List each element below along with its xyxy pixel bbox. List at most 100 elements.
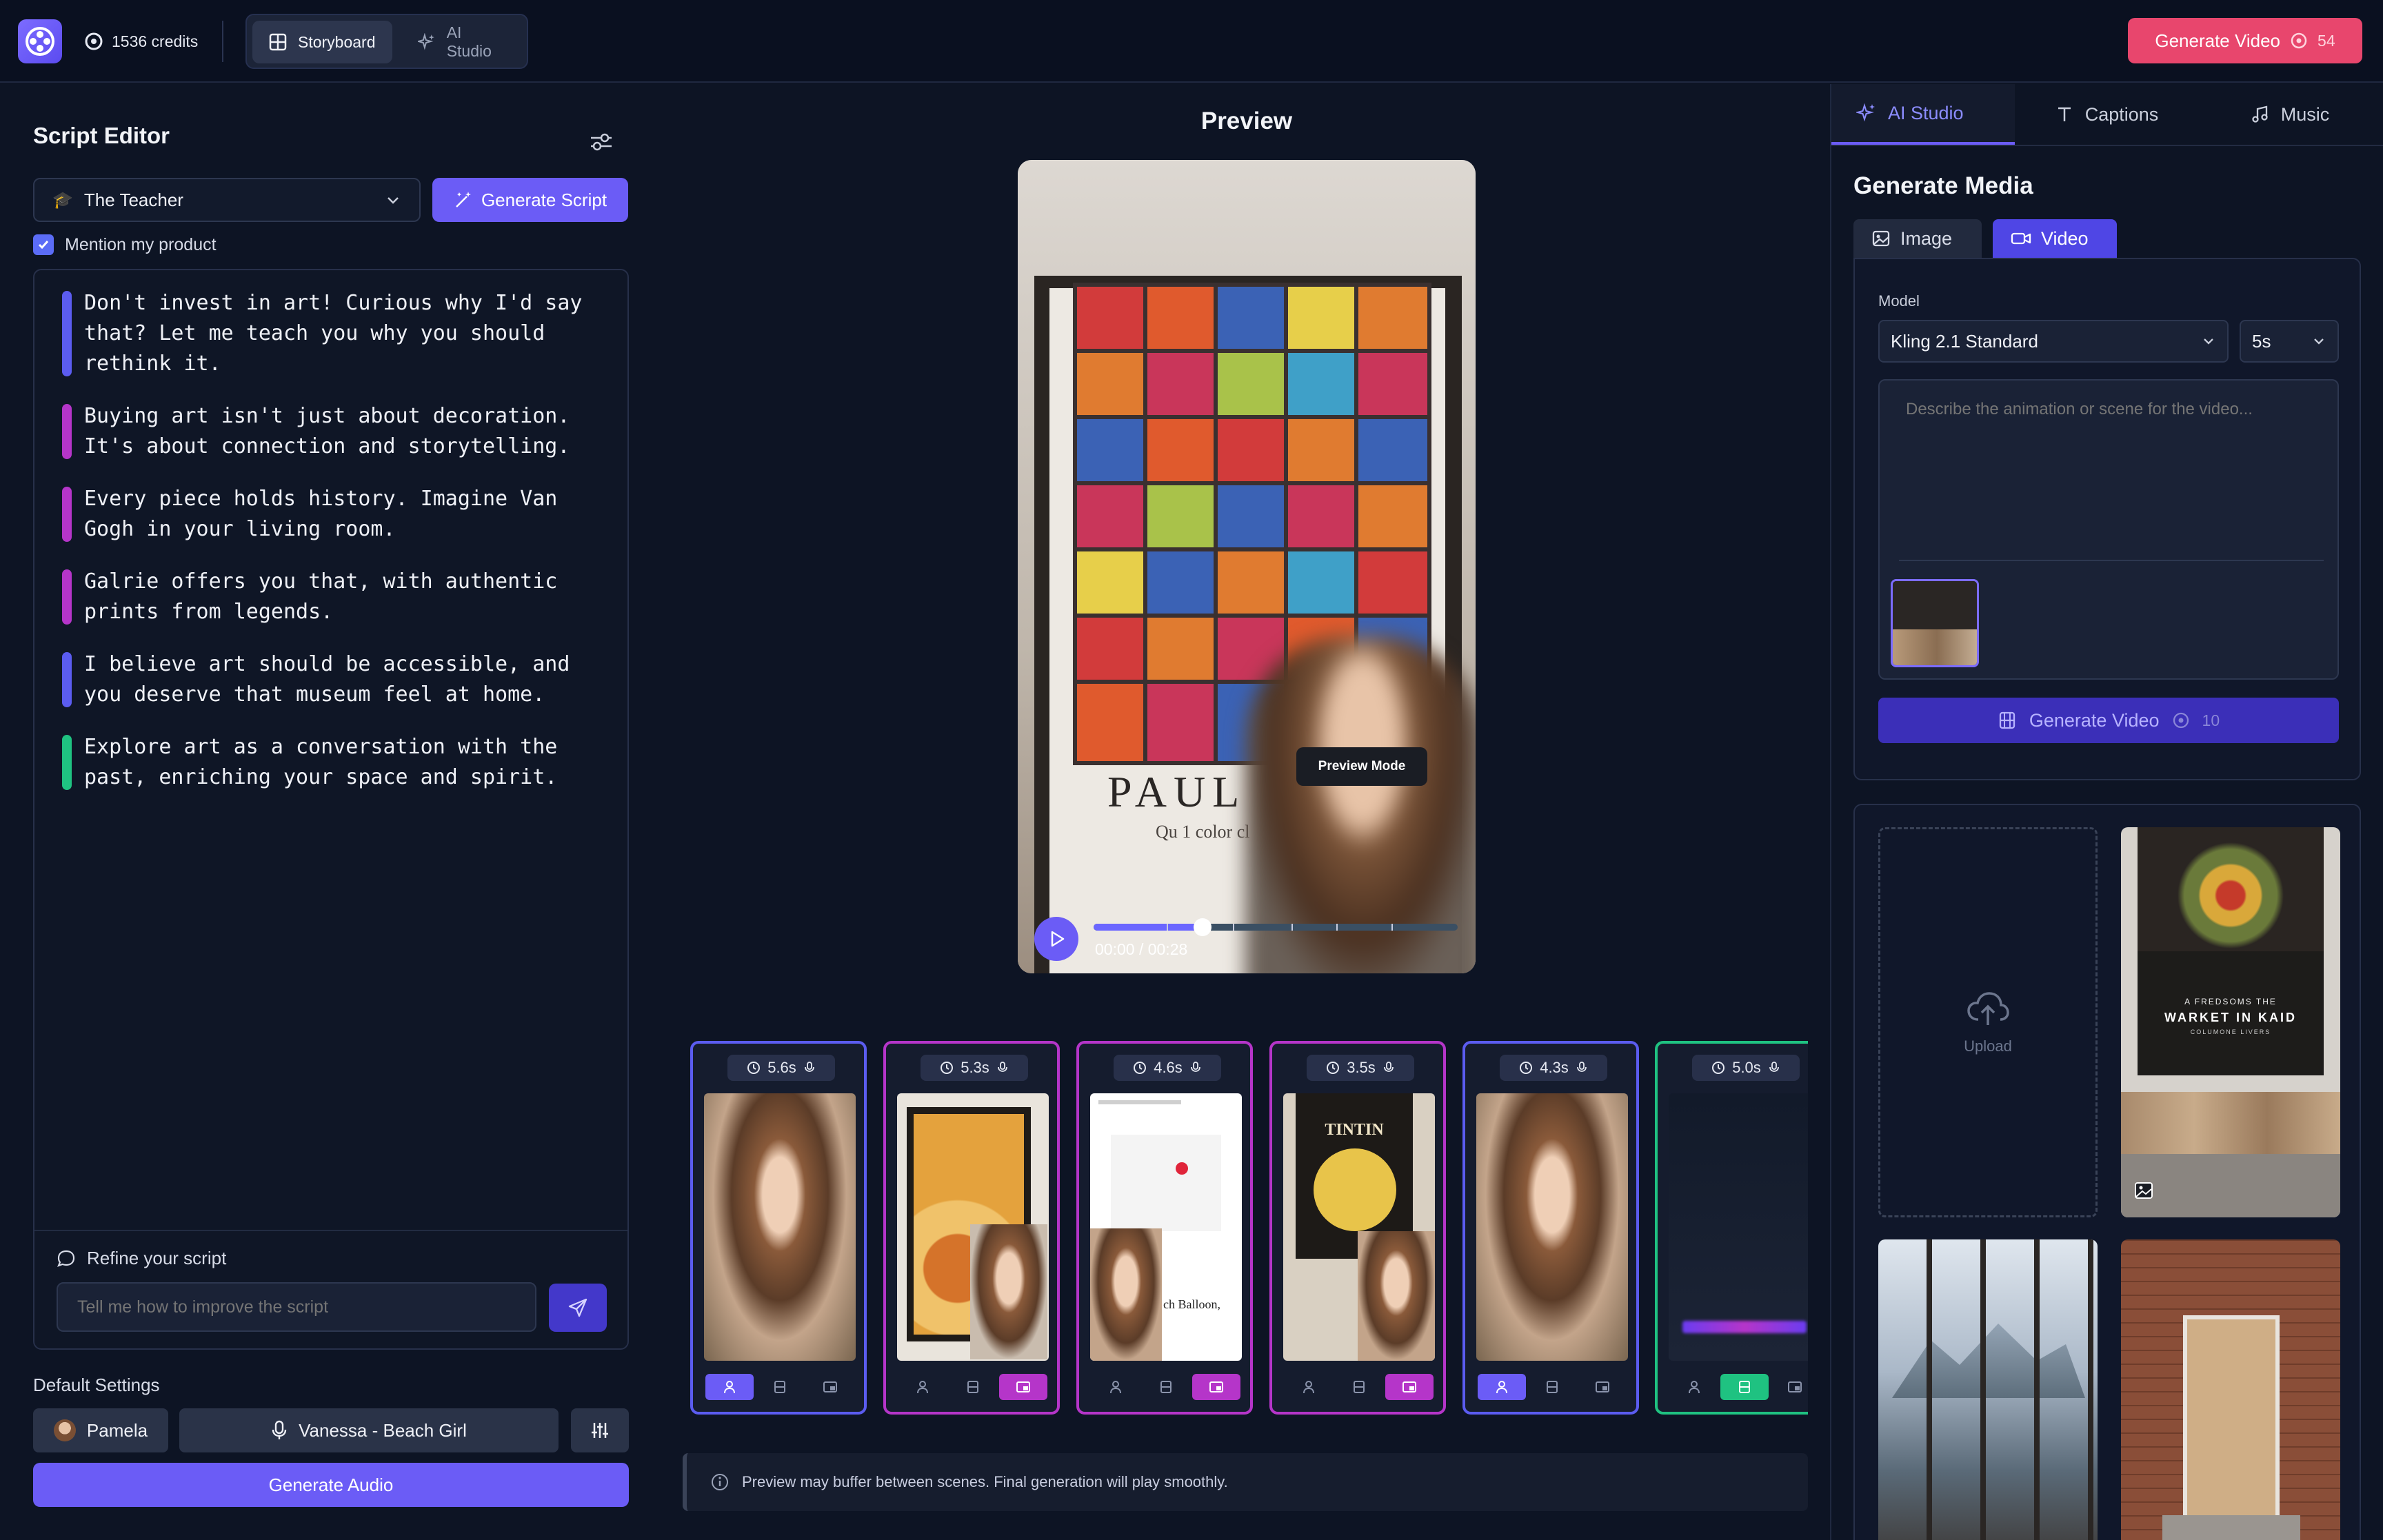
scene-duration-text: 5.0s <box>1732 1059 1761 1076</box>
tab-captions[interactable]: Captions <box>2015 84 2198 145</box>
avatar-select-button[interactable]: Pamela <box>33 1408 168 1452</box>
scene-card[interactable]: 4.6s ch Balloon, <box>1076 1041 1253 1415</box>
refine-label: Refine your script <box>57 1248 226 1269</box>
broll-mode-button[interactable] <box>1335 1374 1383 1400</box>
duration-select[interactable]: 5s <box>2240 320 2339 363</box>
mode-switch: Storyboard AI Studio <box>245 14 528 69</box>
progress-bar[interactable] <box>1094 918 1458 936</box>
refine-input[interactable] <box>57 1282 536 1332</box>
media-gallery: Upload A FREDSOMS THE WARKET IN KAID COL… <box>1853 804 2361 1540</box>
generate-audio-button[interactable]: Generate Audio <box>33 1463 629 1507</box>
avatar-mode-button[interactable] <box>1670 1374 1718 1400</box>
generate-video-button[interactable]: Generate Video 54 <box>2128 18 2362 63</box>
audio-settings-button[interactable] <box>571 1408 629 1452</box>
credits-icon <box>2173 712 2189 729</box>
play-button[interactable] <box>1034 917 1078 961</box>
script-editor[interactable]: Don't invest in art! Curious why I'd say… <box>33 269 629 1350</box>
split-mode-button[interactable] <box>1771 1374 1808 1400</box>
split-mode-button[interactable] <box>1385 1374 1434 1400</box>
upload-dropzone[interactable]: Upload <box>1878 827 2098 1217</box>
attached-reference-image[interactable] <box>1891 579 1979 667</box>
avatar-mode-button[interactable] <box>705 1374 754 1400</box>
chevron-down-icon <box>2314 338 2324 345</box>
persona-select[interactable]: 🎓 The Teacher <box>33 178 421 222</box>
model-select[interactable]: Kling 2.1 Standard <box>1878 320 2229 363</box>
avatar-mode-button[interactable] <box>1477 1374 1526 1400</box>
video-prompt-input[interactable] <box>1906 400 2320 551</box>
poster-title: PAUL <box>1107 767 1247 816</box>
avatar-mode-button[interactable] <box>898 1374 947 1400</box>
avatar-mode-button[interactable] <box>1285 1374 1333 1400</box>
tab-ai-studio[interactable]: AI Studio <box>1831 84 2015 145</box>
script-paragraph[interactable]: Don't invest in art! Curious why I'd say… <box>62 288 600 379</box>
paragraph-text: Explore art as a conversation with the p… <box>84 735 558 789</box>
tab-storyboard[interactable]: Storyboard <box>252 21 392 63</box>
script-settings-button[interactable] <box>586 127 616 157</box>
scene-duration: 4.6s <box>1114 1055 1221 1081</box>
script-paragraph[interactable]: I believe art should be accessible, and … <box>62 649 600 710</box>
microphone-icon <box>272 1420 287 1439</box>
split-mode-button[interactable] <box>1578 1374 1627 1400</box>
voice-select-button[interactable]: Vanessa - Beach Girl <box>179 1408 559 1452</box>
broll-mode-button[interactable] <box>756 1374 804 1400</box>
music-note-icon <box>2252 105 2268 123</box>
broll-mode-button[interactable] <box>1720 1374 1769 1400</box>
gallery-item[interactable] <box>1878 1239 2098 1540</box>
text-icon <box>2058 107 2071 121</box>
media-type-video[interactable]: Video <box>1993 219 2117 258</box>
scene-card[interactable]: 5.3s <box>883 1041 1060 1415</box>
film-icon <box>1738 1381 1750 1393</box>
scene-card[interactable]: 4.3s <box>1462 1041 1639 1415</box>
tab-music[interactable]: Music <box>2198 84 2382 145</box>
scene-card[interactable]: 3.5s TINTIN <box>1269 1041 1446 1415</box>
broll-mode-button[interactable] <box>949 1374 997 1400</box>
split-mode-button[interactable] <box>999 1374 1048 1400</box>
scene-card[interactable]: 5.6s <box>690 1041 867 1415</box>
picture-in-picture-icon <box>1402 1381 1417 1392</box>
graduation-cap-icon: 🎓 <box>52 190 73 210</box>
default-settings-label: Default Settings <box>33 1375 160 1395</box>
tab-ai-studio[interactable]: AI Studio <box>401 21 527 63</box>
balloon <box>1176 1162 1188 1175</box>
video-preview[interactable]: PAUL Qu 1 color cl Preview Mode 00:00 / … <box>1018 160 1476 973</box>
scene-tools <box>1476 1372 1628 1402</box>
magic-wand-icon <box>456 192 471 207</box>
send-button[interactable] <box>549 1284 607 1332</box>
scene-thumbnail: ch Balloon, <box>1090 1093 1242 1361</box>
scene-thumbnail <box>1476 1093 1628 1361</box>
play-icon <box>1051 931 1065 947</box>
script-paragraph[interactable]: Explore art as a conversation with the p… <box>62 732 600 793</box>
tab-captions-label: Captions <box>2084 103 2159 125</box>
gallery-item[interactable]: A FREDSOMS THE WARKET IN KAID COLUMONE L… <box>2121 827 2340 1217</box>
right-panel-tabs: AI Studio Captions Music <box>1830 84 2383 146</box>
generate-media-video-button[interactable]: Generate Video 10 <box>1878 698 2339 743</box>
broll-mode-button[interactable] <box>1528 1374 1576 1400</box>
avatar <box>53 1419 76 1441</box>
tintin-moon <box>1314 1148 1396 1231</box>
checkbox[interactable] <box>33 234 54 255</box>
media-type-image[interactable]: Image <box>1853 219 1982 258</box>
app-logo[interactable] <box>18 19 62 63</box>
tab-storyboard-label: Storyboard <box>298 32 376 51</box>
scene-card[interactable]: 5.0s <box>1655 1041 1808 1415</box>
script-paragraph[interactable]: Buying art isn't just about decoration. … <box>62 401 600 462</box>
broll-mode-button[interactable] <box>1142 1374 1190 1400</box>
sofa-cushions <box>2121 1092 2340 1154</box>
generate-media-card: Model Kling 2.1 Standard 5s Generate Vid… <box>1853 258 2361 780</box>
mention-product-checkbox[interactable]: Mention my product <box>33 234 217 255</box>
picture-in-picture-icon <box>1596 1381 1610 1392</box>
split-mode-button[interactable] <box>1192 1374 1241 1400</box>
poster-line-3: COLUMONE LIVERS <box>2190 1029 2271 1035</box>
generate-script-button[interactable]: Generate Script <box>432 178 628 222</box>
poster-subtitle: Qu 1 color cl <box>1156 822 1250 842</box>
microphone-icon <box>1769 1062 1779 1072</box>
window-frames <box>1878 1239 2098 1540</box>
scene-color-bar <box>62 487 72 542</box>
split-mode-button[interactable] <box>806 1374 854 1400</box>
avatar-mode-button[interactable] <box>1092 1374 1140 1400</box>
script-paragraph[interactable]: Galrie offers you that, with authentic p… <box>62 567 600 627</box>
gallery-item[interactable] <box>2121 1239 2340 1540</box>
script-paragraph[interactable]: Every piece holds history. Imagine Van G… <box>62 484 600 545</box>
scene-duration-text: 3.5s <box>1347 1059 1376 1076</box>
media-type-video-label: Video <box>2041 227 2089 249</box>
